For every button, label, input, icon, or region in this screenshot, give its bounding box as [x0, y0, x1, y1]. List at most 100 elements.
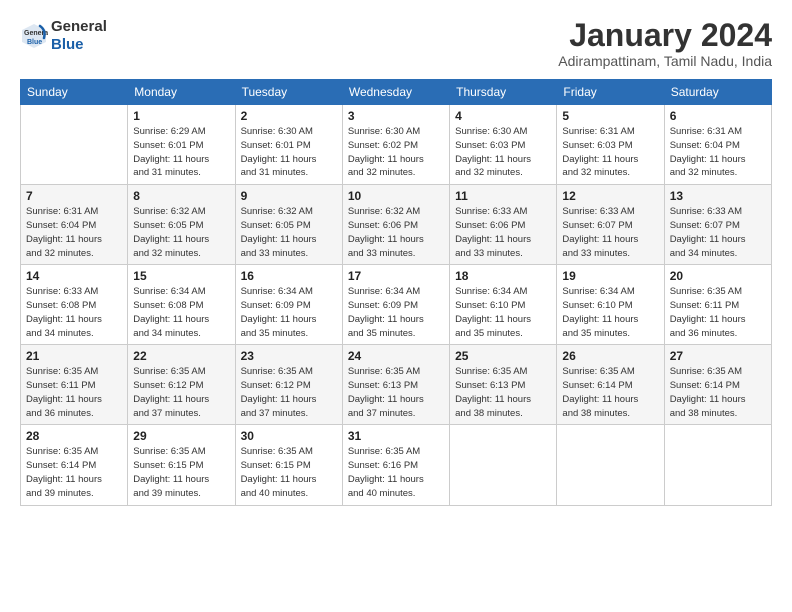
svg-text:Blue: Blue [27, 39, 42, 46]
day-info: Sunrise: 6:31 AM Sunset: 6:03 PM Dayligh… [562, 125, 658, 180]
calendar-header-wednesday: Wednesday [342, 80, 449, 105]
day-number: 12 [562, 189, 658, 203]
calendar-header-saturday: Saturday [664, 80, 771, 105]
calendar-cell: 5 Sunrise: 6:31 AM Sunset: 6:03 PM Daylig… [557, 105, 664, 185]
day-number: 18 [455, 269, 551, 283]
day-number: 8 [133, 189, 229, 203]
day-number: 26 [562, 349, 658, 363]
calendar-cell [21, 105, 128, 185]
day-number: 21 [26, 349, 122, 363]
calendar-cell: 27Sunrise: 6:35 AM Sunset: 6:14 PM Dayli… [664, 345, 771, 425]
calendar-cell: 2 Sunrise: 6:30 AM Sunset: 6:01 PM Daylig… [235, 105, 342, 185]
day-info: Sunrise: 6:33 AM Sunset: 6:07 PM Dayligh… [670, 205, 766, 260]
calendar-cell: 29 Sunrise: 6:35 AM Sunset: 6:15 PM Dayli… [128, 425, 235, 505]
day-number: 5 [562, 109, 658, 123]
day-number: 25 [455, 349, 551, 363]
calendar-cell [557, 425, 664, 505]
day-info: Sunrise: 6:35 AM Sunset: 6:13 PM Dayligh… [348, 365, 444, 420]
calendar-week-4: 21 Sunrise: 6:35 AM Sunset: 6:11 PM Dayli… [21, 345, 772, 425]
day-number: 23 [241, 349, 337, 363]
day-number: 29 [133, 429, 229, 443]
header: General Blue General Blue January 2024 A… [20, 18, 772, 69]
calendar-cell: 28Sunrise: 6:35 AM Sunset: 6:14 PM Dayli… [21, 425, 128, 505]
logo-line1: General [51, 18, 107, 36]
day-info: Sunrise: 6:34 AM Sunset: 6:10 PM Dayligh… [455, 285, 551, 340]
calendar-table: SundayMondayTuesdayWednesdayThursdayFrid… [20, 79, 772, 505]
day-info: Sunrise: 6:30 AM Sunset: 6:03 PM Dayligh… [455, 125, 551, 180]
day-info: Sunrise: 6:35 AM Sunset: 6:14 PM Dayligh… [562, 365, 658, 420]
day-info: Sunrise: 6:33 AM Sunset: 6:07 PM Dayligh… [562, 205, 658, 260]
day-number: 15 [133, 269, 229, 283]
calendar-header-sunday: Sunday [21, 80, 128, 105]
logo: General Blue General Blue [20, 18, 107, 54]
logo-icon: General Blue [20, 22, 48, 50]
calendar-cell: 23 Sunrise: 6:35 AM Sunset: 6:12 PM Dayli… [235, 345, 342, 425]
day-number: 2 [241, 109, 337, 123]
calendar-cell: 24 Sunrise: 6:35 AM Sunset: 6:13 PM Dayli… [342, 345, 449, 425]
calendar-week-2: 7Sunrise: 6:31 AM Sunset: 6:04 PM Daylig… [21, 185, 772, 265]
day-number: 20 [670, 269, 766, 283]
calendar-cell: 18 Sunrise: 6:34 AM Sunset: 6:10 PM Dayli… [450, 265, 557, 345]
day-number: 4 [455, 109, 551, 123]
calendar-cell: 31 Sunrise: 6:35 AM Sunset: 6:16 PM Dayli… [342, 425, 449, 505]
day-info: Sunrise: 6:30 AM Sunset: 6:01 PM Dayligh… [241, 125, 337, 180]
day-info: Sunrise: 6:33 AM Sunset: 6:06 PM Dayligh… [455, 205, 551, 260]
calendar-cell: 4 Sunrise: 6:30 AM Sunset: 6:03 PM Daylig… [450, 105, 557, 185]
day-info: Sunrise: 6:35 AM Sunset: 6:14 PM Dayligh… [26, 445, 122, 500]
day-number: 13 [670, 189, 766, 203]
day-number: 24 [348, 349, 444, 363]
day-number: 3 [348, 109, 444, 123]
day-info: Sunrise: 6:30 AM Sunset: 6:02 PM Dayligh… [348, 125, 444, 180]
calendar-cell: 11 Sunrise: 6:33 AM Sunset: 6:06 PM Dayli… [450, 185, 557, 265]
day-number: 19 [562, 269, 658, 283]
calendar-header-tuesday: Tuesday [235, 80, 342, 105]
day-info: Sunrise: 6:35 AM Sunset: 6:11 PM Dayligh… [670, 285, 766, 340]
day-number: 22 [133, 349, 229, 363]
day-info: Sunrise: 6:34 AM Sunset: 6:10 PM Dayligh… [562, 285, 658, 340]
calendar-cell: 17 Sunrise: 6:34 AM Sunset: 6:09 PM Dayli… [342, 265, 449, 345]
day-number: 27 [670, 349, 766, 363]
calendar-cell: 12 Sunrise: 6:33 AM Sunset: 6:07 PM Dayli… [557, 185, 664, 265]
calendar-cell: 16 Sunrise: 6:34 AM Sunset: 6:09 PM Dayli… [235, 265, 342, 345]
day-number: 1 [133, 109, 229, 123]
day-info: Sunrise: 6:33 AM Sunset: 6:08 PM Dayligh… [26, 285, 122, 340]
day-info: Sunrise: 6:32 AM Sunset: 6:06 PM Dayligh… [348, 205, 444, 260]
calendar-header-row: SundayMondayTuesdayWednesdayThursdayFrid… [21, 80, 772, 105]
location: Adirampattinam, Tamil Nadu, India [558, 53, 772, 69]
calendar-cell: 21 Sunrise: 6:35 AM Sunset: 6:11 PM Dayli… [21, 345, 128, 425]
day-number: 14 [26, 269, 122, 283]
day-number: 16 [241, 269, 337, 283]
day-number: 17 [348, 269, 444, 283]
calendar-cell: 8Sunrise: 6:32 AM Sunset: 6:05 PM Daylig… [128, 185, 235, 265]
calendar-week-5: 28Sunrise: 6:35 AM Sunset: 6:14 PM Dayli… [21, 425, 772, 505]
calendar-cell: 6Sunrise: 6:31 AM Sunset: 6:04 PM Daylig… [664, 105, 771, 185]
calendar-cell: 13 Sunrise: 6:33 AM Sunset: 6:07 PM Dayli… [664, 185, 771, 265]
calendar-cell: 1 Sunrise: 6:29 AM Sunset: 6:01 PM Daylig… [128, 105, 235, 185]
day-info: Sunrise: 6:35 AM Sunset: 6:13 PM Dayligh… [455, 365, 551, 420]
calendar-header-friday: Friday [557, 80, 664, 105]
calendar-cell: 22 Sunrise: 6:35 AM Sunset: 6:12 PM Dayli… [128, 345, 235, 425]
day-info: Sunrise: 6:32 AM Sunset: 6:05 PM Dayligh… [241, 205, 337, 260]
calendar-cell [664, 425, 771, 505]
calendar-cell: 10Sunrise: 6:32 AM Sunset: 6:06 PM Dayli… [342, 185, 449, 265]
calendar-cell: 26 Sunrise: 6:35 AM Sunset: 6:14 PM Dayli… [557, 345, 664, 425]
day-info: Sunrise: 6:35 AM Sunset: 6:11 PM Dayligh… [26, 365, 122, 420]
day-number: 11 [455, 189, 551, 203]
day-info: Sunrise: 6:35 AM Sunset: 6:12 PM Dayligh… [241, 365, 337, 420]
day-info: Sunrise: 6:35 AM Sunset: 6:16 PM Dayligh… [348, 445, 444, 500]
day-number: 30 [241, 429, 337, 443]
calendar-cell: 7Sunrise: 6:31 AM Sunset: 6:04 PM Daylig… [21, 185, 128, 265]
day-number: 6 [670, 109, 766, 123]
logo-line2: Blue [51, 36, 107, 54]
day-info: Sunrise: 6:29 AM Sunset: 6:01 PM Dayligh… [133, 125, 229, 180]
calendar-cell: 20 Sunrise: 6:35 AM Sunset: 6:11 PM Dayli… [664, 265, 771, 345]
day-number: 31 [348, 429, 444, 443]
day-info: Sunrise: 6:35 AM Sunset: 6:15 PM Dayligh… [133, 445, 229, 500]
day-info: Sunrise: 6:34 AM Sunset: 6:09 PM Dayligh… [241, 285, 337, 340]
title-block: January 2024 Adirampattinam, Tamil Nadu,… [558, 18, 772, 69]
day-info: Sunrise: 6:35 AM Sunset: 6:12 PM Dayligh… [133, 365, 229, 420]
calendar-cell: 25 Sunrise: 6:35 AM Sunset: 6:13 PM Dayli… [450, 345, 557, 425]
day-info: Sunrise: 6:34 AM Sunset: 6:09 PM Dayligh… [348, 285, 444, 340]
calendar-header-monday: Monday [128, 80, 235, 105]
calendar-cell: 14 Sunrise: 6:33 AM Sunset: 6:08 PM Dayli… [21, 265, 128, 345]
